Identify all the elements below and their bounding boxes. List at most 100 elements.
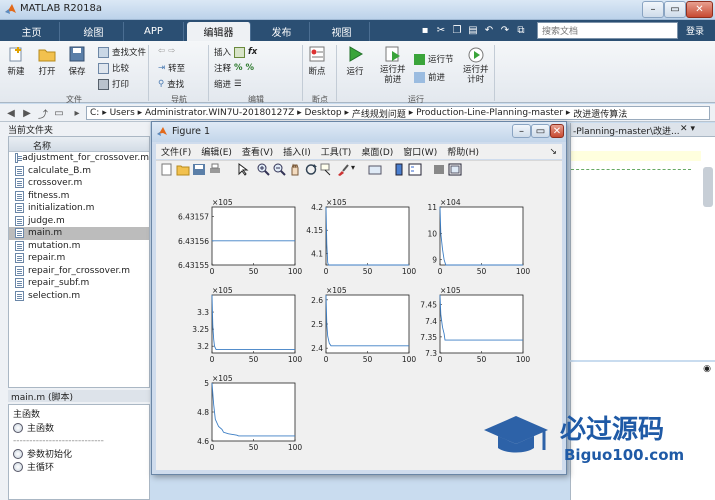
link-icon[interactable]: [368, 163, 382, 176]
function-item[interactable]: 主函数: [9, 421, 149, 434]
run-and-advance-button[interactable]: 运行并 前进: [380, 45, 406, 85]
folder-up-icon[interactable]: ⤴: [36, 106, 50, 121]
tab-apps[interactable]: APP: [124, 22, 184, 41]
browse-folder-icon[interactable]: ▭: [52, 106, 66, 120]
save-quick-icon[interactable]: ▪: [418, 23, 432, 37]
save-button[interactable]: 保存: [68, 45, 86, 77]
find-files-button[interactable]: 查找文件: [98, 46, 146, 58]
zoom-out-icon[interactable]: [272, 163, 286, 176]
pan-icon[interactable]: [288, 163, 302, 176]
login-button[interactable]: 登录: [680, 22, 710, 39]
menu-insert[interactable]: 插入(I): [283, 145, 311, 158]
path-segment[interactable]: Users: [110, 108, 135, 118]
back-icon[interactable]: ◀: [4, 106, 18, 120]
undo-icon[interactable]: ↶: [482, 23, 496, 37]
file-list-item[interactable]: repair.m: [9, 252, 149, 265]
editor-scrollbar[interactable]: [703, 167, 713, 207]
breakpoints-button[interactable]: 断点: [308, 45, 326, 77]
path-segment[interactable]: Administrator.WIN7U-20180127Z: [145, 108, 294, 118]
editor-window-controls[interactable]: ✕ ▾: [680, 124, 710, 136]
redo-icon[interactable]: ↷: [498, 23, 512, 37]
menu-file[interactable]: 文件(F): [161, 145, 191, 158]
zoom-in-icon[interactable]: [256, 163, 270, 176]
comment-button[interactable]: 注释 % %: [214, 62, 254, 74]
find-button[interactable]: ⚲ 查找: [158, 78, 184, 90]
file-list-item[interactable]: judge.m: [9, 215, 149, 228]
path-segment[interactable]: 改进遗传算法: [573, 107, 627, 120]
file-list-item[interactable]: main.m: [9, 227, 149, 240]
open-icon[interactable]: [176, 163, 190, 176]
file-list-item[interactable]: initialization.m: [9, 202, 149, 215]
open-button[interactable]: 打开: [38, 45, 56, 77]
menu-tools[interactable]: 工具(T): [321, 145, 352, 158]
menu-view[interactable]: 查看(V): [242, 145, 273, 158]
tab-home[interactable]: 主页: [4, 22, 60, 41]
file-list-item[interactable]: repair_subf.m: [9, 277, 149, 290]
editor-panel[interactable]: -Planning-master\改进...: [570, 123, 715, 360]
file-list-item[interactable]: adjustment_for_crossover.m: [9, 152, 149, 165]
figure-close-button[interactable]: ✕: [550, 124, 564, 138]
colorbar-icon[interactable]: [392, 163, 406, 176]
file-list-item[interactable]: repair_for_crossover.m: [9, 265, 149, 278]
run-and-time-button[interactable]: 运行并 计时: [463, 45, 489, 85]
back-forward-buttons[interactable]: ⇦ ⇨: [158, 46, 175, 56]
new-figure-icon[interactable]: [160, 163, 174, 176]
tab-plots[interactable]: 绘图: [64, 22, 124, 41]
rotate-icon[interactable]: [304, 163, 318, 176]
menu-window[interactable]: 窗口(W): [403, 145, 437, 158]
show-plot-tools-icon[interactable]: [448, 163, 462, 176]
menu-help[interactable]: 帮助(H): [447, 145, 479, 158]
file-list-item[interactable]: fitness.m: [9, 190, 149, 203]
column-header[interactable]: 名称: [9, 137, 149, 152]
print-icon[interactable]: [208, 163, 222, 176]
advance-button[interactable]: 前进: [414, 71, 445, 83]
pointer-icon[interactable]: [236, 163, 250, 176]
file-list-item[interactable]: crossover.m: [9, 177, 149, 190]
tab-view[interactable]: 视图: [314, 22, 370, 41]
command-window-menu-icon[interactable]: ◉: [703, 364, 711, 374]
menu-desktop[interactable]: 桌面(D): [361, 145, 393, 158]
forward-icon[interactable]: ▶: [20, 106, 34, 120]
compare-button[interactable]: 比较: [98, 62, 129, 74]
legend-icon[interactable]: [408, 163, 422, 176]
run-button[interactable]: 运行: [346, 45, 364, 77]
editor-menu-icon[interactable]: ▾: [691, 124, 696, 136]
maximize-button[interactable]: ▭: [664, 1, 686, 18]
switch-windows-icon[interactable]: ⧉: [514, 23, 528, 37]
editor-close-icon[interactable]: ✕: [680, 124, 688, 136]
current-folder-icon[interactable]: ▸: [70, 106, 84, 120]
copy-icon[interactable]: ❐: [450, 23, 464, 37]
file-list-item[interactable]: calculate_B.m: [9, 165, 149, 178]
brush-dropdown-icon[interactable]: ▾: [351, 163, 355, 172]
insert-button[interactable]: 插入 fx: [214, 46, 257, 58]
figure-maximize-button[interactable]: ▭: [531, 124, 550, 138]
minimize-button[interactable]: –: [642, 1, 664, 18]
run-section-button[interactable]: 运行节: [414, 53, 454, 65]
path-segment[interactable]: Production-Line-Planning-master: [416, 108, 563, 118]
data-cursor-icon[interactable]: [320, 163, 334, 176]
search-documentation-input[interactable]: [537, 22, 678, 39]
function-item[interactable]: 主循环: [9, 460, 149, 473]
current-folder-path[interactable]: C: ▸ Users ▸ Administrator.WIN7U-2018012…: [86, 106, 710, 120]
close-button[interactable]: ✕: [686, 1, 713, 18]
figure-title-bar[interactable]: Figure 1 – ▭ ✕: [152, 122, 566, 142]
dock-icon[interactable]: ↘: [549, 147, 557, 157]
hide-plot-tools-icon[interactable]: [432, 163, 446, 176]
goto-button[interactable]: ⇥ 转至: [158, 62, 185, 74]
menu-edit[interactable]: 编辑(E): [201, 145, 232, 158]
brush-icon[interactable]: [336, 163, 350, 176]
file-list-item[interactable]: selection.m: [9, 290, 149, 303]
file-list-item[interactable]: mutation.m: [9, 240, 149, 253]
cut-icon[interactable]: ✂: [434, 23, 448, 37]
path-segment[interactable]: 产线规划问题: [352, 107, 406, 120]
path-segment[interactable]: C:: [90, 108, 99, 118]
tab-publish[interactable]: 发布: [254, 22, 310, 41]
indent-button[interactable]: 缩进 ☰: [214, 78, 242, 90]
function-item[interactable]: 参数初始化: [9, 447, 149, 460]
save-icon[interactable]: [192, 163, 206, 176]
tab-editor[interactable]: 编辑器: [187, 22, 251, 41]
paste-icon[interactable]: ▤: [466, 23, 480, 37]
print-button[interactable]: 打印: [98, 78, 129, 90]
path-segment[interactable]: Desktop: [305, 108, 342, 118]
figure-minimize-button[interactable]: –: [512, 124, 531, 138]
